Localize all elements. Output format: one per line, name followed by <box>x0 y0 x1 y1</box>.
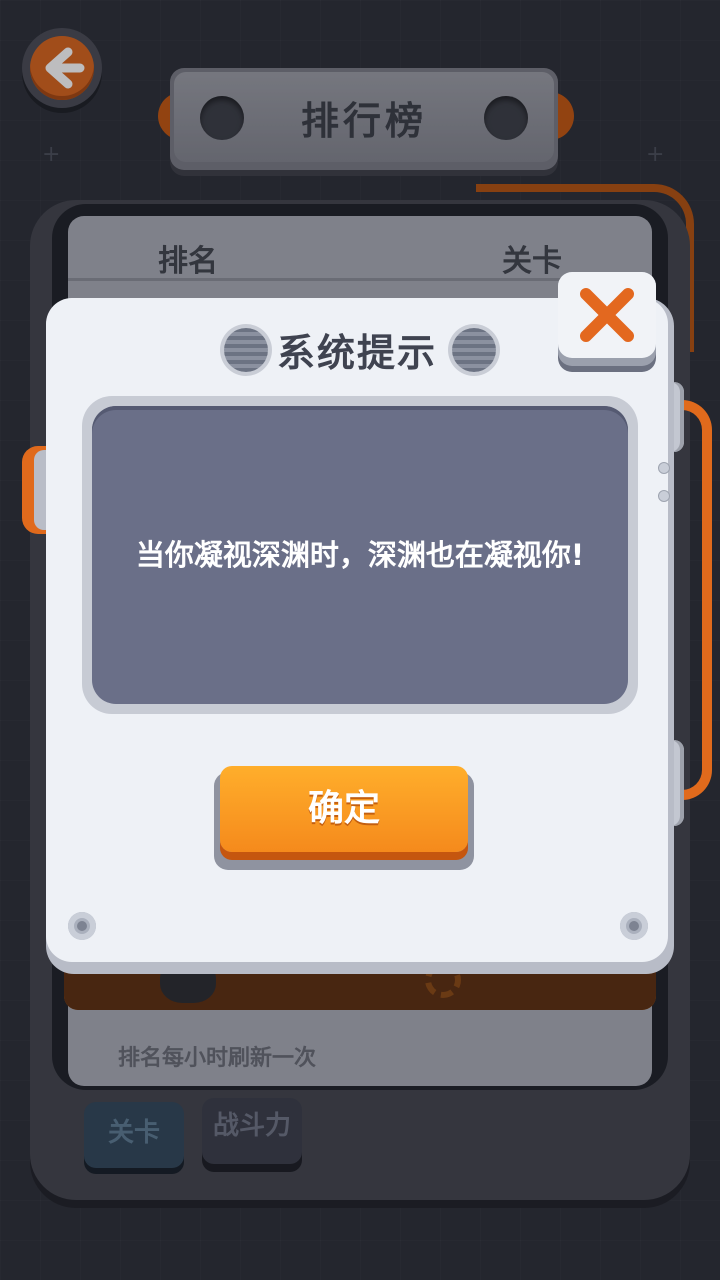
close-button[interactable] <box>558 272 656 366</box>
screw-icon <box>658 462 670 474</box>
screw-icon <box>68 912 96 940</box>
dialog-message: 当你凝视深渊时，深渊也在凝视你! <box>135 538 585 572</box>
confirm-button-label: 确定 <box>307 788 380 829</box>
close-icon <box>580 288 634 342</box>
system-dialog: 系统提示 当你凝视深渊时，深渊也在凝视你! 确定 <box>46 298 674 974</box>
confirm-button[interactable]: 确定 <box>220 766 468 852</box>
message-box: 当你凝视深渊时，深渊也在凝视你! <box>92 406 628 704</box>
screw-icon <box>620 912 648 940</box>
screw-icon <box>658 490 670 502</box>
